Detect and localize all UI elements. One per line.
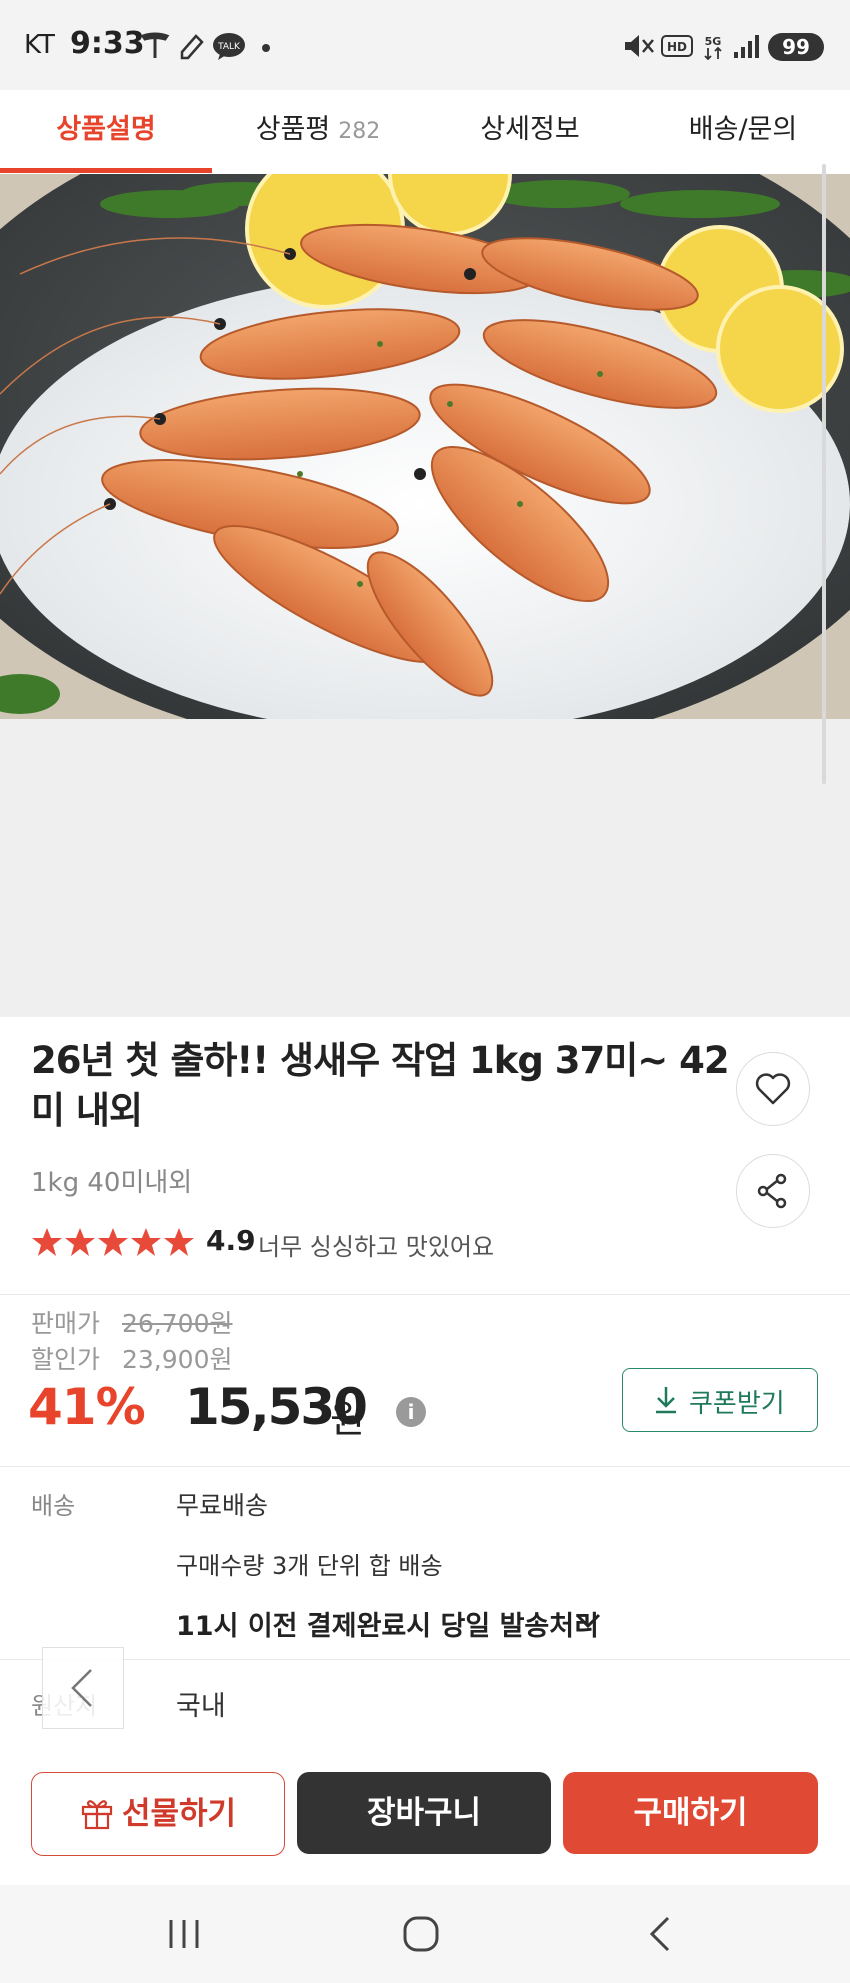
clock: 9:33 <box>70 26 145 61</box>
shipping-bundle: 구매수량 3개 단위 합 배송 <box>176 1552 443 1580</box>
svg-text:HD: HD <box>667 40 687 54</box>
product-title: 26년 첫 출하!! 생새우 작업 1kg 37미~ 42미 내외 <box>31 1039 730 1132</box>
tab-shipping-inquiry[interactable]: 배송/문의 <box>636 90 850 174</box>
tesla-icon <box>140 32 170 58</box>
hd-icon: HD <box>661 35 693 57</box>
back-icon <box>71 1669 92 1707</box>
5g-icon: 5G <box>704 35 722 60</box>
final-price-unit: 원 <box>330 1397 365 1441</box>
svg-text:5G: 5G <box>705 35 722 48</box>
scrollbar[interactable] <box>822 164 826 784</box>
tab-reviews[interactable]: 상품평 282 <box>212 90 424 174</box>
tab-label: 상품설명 <box>56 114 156 145</box>
origin-value: 국내 <box>176 1691 226 1722</box>
wishlist-button[interactable] <box>736 1052 810 1126</box>
mute-icon <box>625 35 654 57</box>
status-bar: KT 9:33 TALK HD 5G 99 <box>0 0 850 90</box>
tab-details[interactable]: 상세정보 <box>424 90 636 174</box>
star-rating <box>32 1228 194 1256</box>
nav-back-icon[interactable] <box>646 1915 674 1953</box>
same-day-shipping-toggle[interactable]: 11시 이전 결제완료시 당일 발송처리 <box>176 1600 626 1642</box>
gift-button[interactable]: 선물하기 <box>31 1772 285 1856</box>
floating-back-button[interactable] <box>42 1647 124 1729</box>
heart-icon <box>755 1073 791 1105</box>
cart-button-label: 장바구니 <box>366 1795 482 1831</box>
discount-rate: 41% <box>28 1378 146 1436</box>
list-price: 26,700원 <box>122 1309 233 1338</box>
notification-dot <box>262 44 270 52</box>
share-button[interactable] <box>736 1154 810 1228</box>
rating-score: 4.9 <box>206 1224 256 1257</box>
edit-icon <box>180 34 204 60</box>
buy-button-label: 구매하기 <box>633 1795 748 1831</box>
system-nav-bar <box>0 1885 850 1983</box>
review-count: 282 <box>338 119 381 144</box>
recent-apps-icon[interactable] <box>166 1917 202 1951</box>
signal-icon <box>734 35 759 58</box>
active-tab-indicator <box>0 168 212 173</box>
tab-label: 상품평 <box>255 114 331 145</box>
shrimp-photo <box>0 174 850 719</box>
sale-price: 23,900원 <box>122 1345 233 1374</box>
share-icon <box>757 1173 787 1209</box>
tab-description[interactable]: 상품설명 <box>0 90 212 174</box>
svg-text:TALK: TALK <box>217 42 241 52</box>
image-gallery-background <box>0 719 850 1017</box>
product-tabs: 상품설명 상품평 282 상세정보 배송/문의 <box>0 90 850 175</box>
add-to-cart-button[interactable]: 장바구니 <box>297 1772 551 1854</box>
tab-label: 배송/문의 <box>688 114 798 145</box>
gift-button-label: 선물하기 <box>121 1796 237 1832</box>
divider <box>0 1659 850 1660</box>
shipping-method: 무료배송 <box>176 1491 269 1520</box>
chevron-down-icon <box>575 1613 601 1629</box>
coupon-button-label: 쿠폰받기 <box>689 1389 785 1419</box>
review-snippet[interactable]: 너무 싱싱하고 맛있어요 <box>258 1227 494 1262</box>
same-day-shipping-text: 11시 이전 결제완료시 당일 발송처리 <box>176 1611 599 1642</box>
gift-icon <box>81 1800 113 1830</box>
sale-price-label: 할인가 <box>31 1345 101 1374</box>
list-price-label: 판매가 <box>31 1309 101 1338</box>
product-subtitle: 1kg 40미내외 <box>31 1168 193 1198</box>
buy-button[interactable]: 구매하기 <box>563 1772 818 1854</box>
download-icon <box>656 1387 676 1414</box>
home-icon[interactable] <box>402 1915 440 1953</box>
info-icon[interactable]: i <box>396 1397 426 1427</box>
coupon-button[interactable]: 쿠폰받기 <box>622 1368 818 1432</box>
divider <box>0 1294 850 1295</box>
product-image[interactable] <box>0 174 850 719</box>
carrier-label: KT <box>24 30 55 60</box>
divider <box>0 1466 850 1467</box>
battery-indicator: 99 <box>768 33 824 61</box>
tab-label: 상세정보 <box>480 114 580 145</box>
shipping-label: 배송 <box>31 1492 76 1520</box>
talk-icon: TALK <box>213 33 245 60</box>
